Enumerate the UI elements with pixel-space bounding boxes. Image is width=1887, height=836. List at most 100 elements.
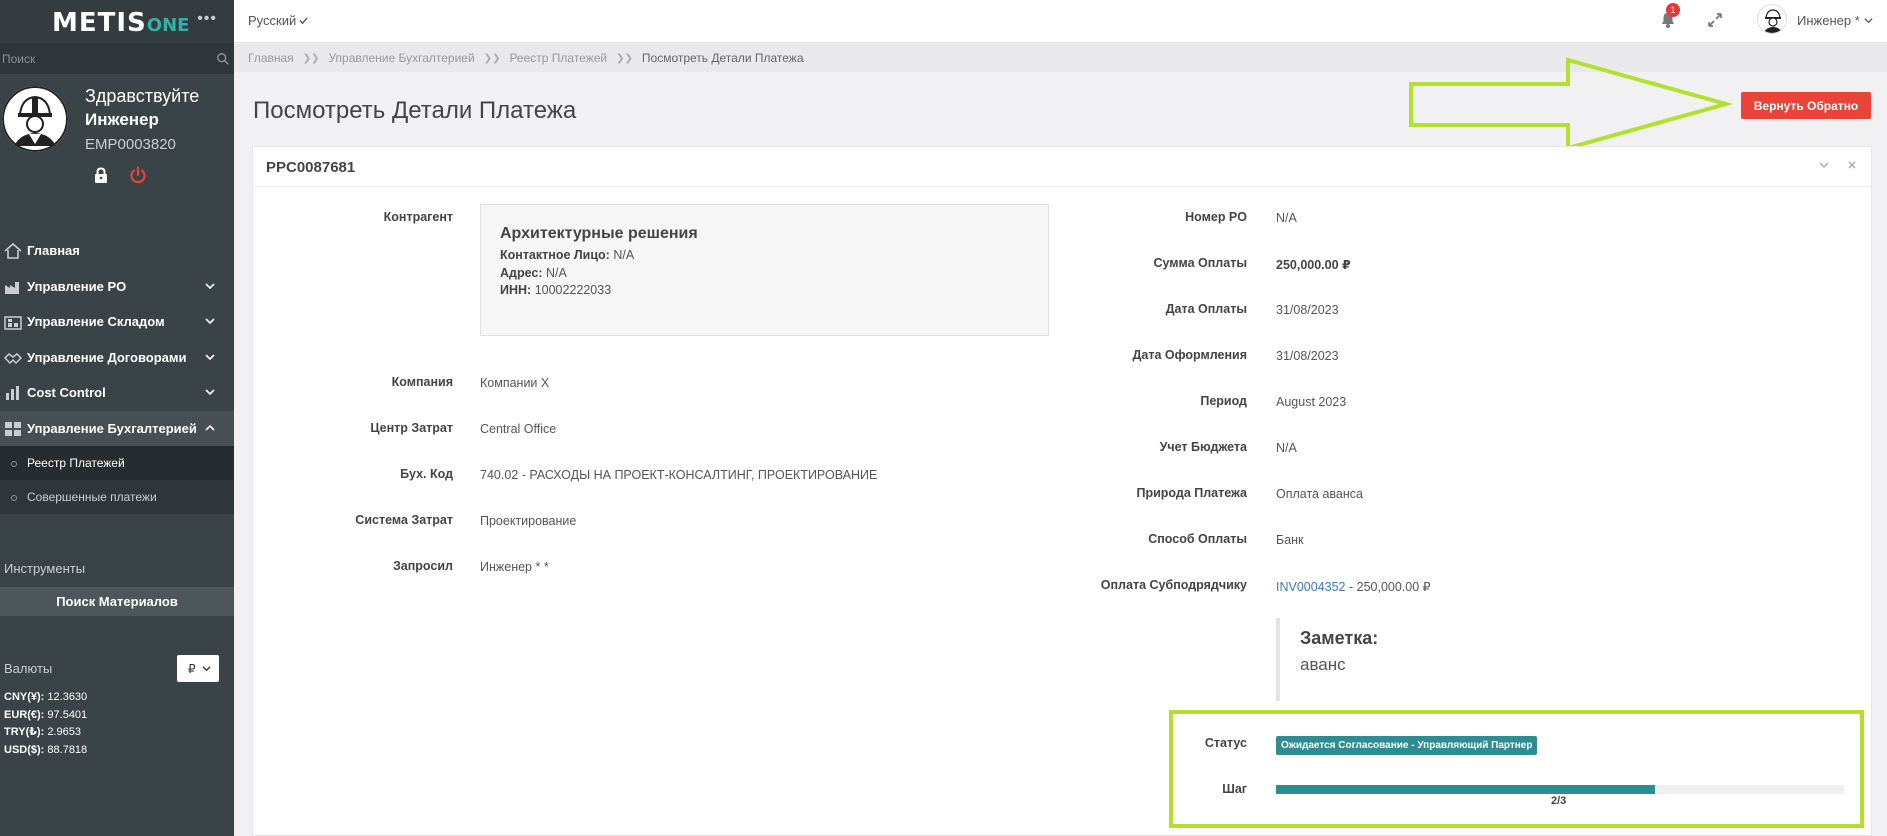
payment-method-label: Способ Оплаты — [1148, 532, 1247, 546]
sidebar-item-label: Управление PO — [27, 278, 127, 294]
currency-title: Валюты — [4, 661, 53, 676]
material-search-button[interactable]: Поиск Материалов — [0, 587, 234, 616]
card-header: PPC0087681 — [253, 147, 1871, 187]
contractor-name: Архитектурные решения — [500, 225, 698, 242]
power-icon[interactable] — [129, 166, 147, 184]
search-icon[interactable] — [216, 52, 230, 66]
address: Адрес: N/A — [500, 265, 567, 280]
user-avatar[interactable] — [1757, 4, 1787, 34]
payment-nature-label: Природа Платежа — [1136, 486, 1247, 500]
page-title: Посмотреть Детали Платежа — [253, 97, 577, 124]
breadcrumb-current: Посмотреть Детали Платежа — [641, 51, 804, 65]
company-label: Компания — [391, 375, 453, 389]
payment-date-value: 31/08/2023 — [1276, 303, 1339, 317]
collapse-icon[interactable] — [1819, 160, 1829, 170]
breadcrumb-separator-icon: ❯❯ — [616, 52, 633, 64]
fullscreen-icon[interactable] — [1707, 12, 1723, 28]
payment-date-label: Дата Оплаты — [1165, 302, 1247, 316]
cost-system-value: Проектирование — [480, 514, 577, 528]
sidebar-item-label: Главная — [27, 243, 80, 259]
company-value: Компании Х — [480, 376, 550, 390]
sidebar-item-label: Управление Договорами — [27, 349, 187, 365]
requested-by-label: Запросил — [392, 559, 453, 573]
budget-value: N/A — [1276, 441, 1297, 455]
sidebar: METISONE ••• Здравствуйте Инженер EMP000… — [0, 0, 234, 836]
payment-nature-value: Оплата аванса — [1276, 487, 1363, 501]
registration-date-value: 31/08/2023 — [1276, 349, 1339, 363]
return-back-button[interactable]: Вернуть Обратно — [1741, 92, 1871, 119]
sidebar-item-label: Управление Складом — [27, 314, 165, 330]
sidebar-item-home[interactable]: Главная — [0, 233, 234, 269]
breadcrumb-home[interactable]: Главная — [248, 51, 294, 65]
rate-row: USD($): 88.7818 — [4, 743, 88, 756]
budget-label: Учет Бюджета — [1159, 440, 1247, 454]
cost-system-label: Система Затрат — [355, 513, 453, 527]
chevron-up-icon — [205, 424, 215, 431]
lock-icon[interactable] — [93, 167, 109, 183]
payment-id: PPC0087681 — [266, 159, 356, 176]
rate-row: CNY(¥): 12.3630 — [4, 691, 88, 703]
breadcrumb-separator-icon: ❯❯ — [483, 52, 501, 64]
sidebar-item-label: Cost Control — [27, 385, 106, 401]
po-number-value: N/A — [1276, 211, 1297, 225]
logo-bar: METISONE ••• — [0, 0, 234, 43]
subcontractor-payment-label: Оплата Субподрядчику — [1100, 578, 1247, 592]
chevron-down-icon — [202, 666, 211, 672]
sidebar-subitem-payment-registry[interactable]: Реестр Платежей — [0, 446, 234, 480]
search-input[interactable] — [2, 51, 192, 66]
amount-label: Сумма Оплаты — [1153, 256, 1247, 270]
currency-select[interactable]: ₽ — [177, 655, 219, 682]
sidebar-search — [0, 43, 234, 74]
accounting-submenu: Реестр Платежей Совершенные платежи — [0, 446, 234, 514]
contact-person: Контактное Лицо: N/A — [500, 248, 635, 262]
top-bar: Русский 1 Инженер * — [234, 0, 1887, 43]
app-logo[interactable]: METISONE — [52, 8, 189, 38]
breadcrumb-separator-icon: ❯❯ — [302, 52, 320, 64]
requested-by-value: Инженер * * — [480, 560, 549, 574]
grid-icon — [5, 421, 21, 436]
sidebar-item-cost-control[interactable]: Cost Control — [0, 375, 234, 411]
bar-chart-icon — [6, 386, 19, 400]
payment-method-value: Банк — [1276, 533, 1304, 547]
acct-code-label: Бух. Код — [400, 467, 453, 481]
home-icon — [4, 243, 22, 259]
cost-center-label: Центр Затрат — [370, 421, 453, 435]
sidebar-item-po[interactable]: Управление PO — [0, 269, 234, 305]
registration-date-label: Дата Оформления — [1132, 348, 1247, 362]
user-name: Инженер — [85, 110, 159, 129]
annotation-highlight-box — [1169, 710, 1864, 828]
invoice-link[interactable]: INV0004352 — [1276, 580, 1346, 594]
breadcrumb-payment-registry[interactable]: Реестр Платежей — [509, 51, 607, 65]
chevron-down-icon — [1864, 18, 1873, 24]
sidebar-item-contracts[interactable]: Управление Договорами — [0, 340, 234, 376]
sidebar-nav: Главная Управление PO Управление Складом… — [0, 233, 234, 514]
currency-rates: CNY(¥): 12.3630 EUR(€): 97.5401 TRY(₺): … — [4, 689, 87, 759]
subcontractor-payment-value: INV0004352 - 250,000.00 ₽ — [1276, 580, 1431, 594]
sidebar-subitem-completed-payments[interactable]: Совершенные платежи — [0, 480, 234, 514]
chevron-down-icon — [205, 389, 215, 396]
inn: ИНН: 10002222033 — [500, 283, 612, 297]
close-icon[interactable] — [1847, 160, 1857, 170]
card-tools — [1819, 160, 1857, 170]
po-number-label: Номер PO — [1185, 210, 1247, 224]
handshake-icon — [4, 352, 22, 364]
annotation-arrow — [1409, 57, 1733, 151]
chevron-down-icon — [205, 318, 215, 325]
sidebar-item-accounting[interactable]: Управление Бухгалтерией — [0, 410, 234, 446]
sidebar-item-warehouse[interactable]: Управление Складом — [0, 304, 234, 340]
rate-row: TRY(₺): 2.9653 — [4, 726, 81, 738]
language-select[interactable]: Русский — [248, 13, 308, 28]
avatar — [2, 86, 68, 152]
rate-row: EUR(€): 97.5401 — [4, 708, 88, 721]
check-icon — [299, 17, 308, 25]
period-value: August 2023 — [1276, 395, 1347, 409]
cost-center-value: Central Office — [480, 422, 557, 436]
chevron-down-icon — [205, 353, 215, 360]
breadcrumb-accounting[interactable]: Управление Бухгалтерией — [328, 51, 474, 65]
contractor-label: Контрагент — [383, 210, 453, 224]
profile-panel: Здравствуйте Инженер EMP0003820 — [0, 74, 234, 197]
more-dots-icon[interactable]: ••• — [197, 10, 217, 28]
amount-value: 250,000.00 ₽ — [1276, 258, 1351, 272]
user-menu[interactable]: Инженер * — [1797, 13, 1873, 28]
sidebar-item-label: Управление Бухгалтерией — [27, 420, 197, 436]
